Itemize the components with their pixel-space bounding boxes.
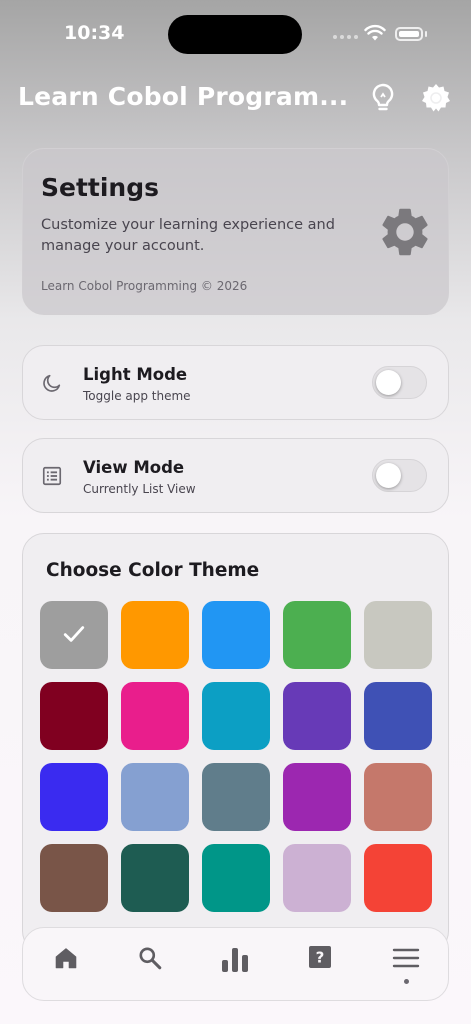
view-mode-subtitle: Currently List View (83, 482, 196, 496)
color-swatch[interactable] (202, 682, 270, 750)
color-swatch[interactable] (121, 763, 189, 831)
light-mode-title: Light Mode (83, 365, 188, 384)
light-mode-setting[interactable]: Light Mode Toggle app theme (22, 345, 449, 420)
color-swatch[interactable] (40, 763, 108, 831)
color-swatch[interactable] (283, 601, 351, 669)
dynamic-island (168, 15, 302, 54)
color-swatch[interactable] (202, 763, 270, 831)
color-swatch[interactable] (202, 601, 270, 669)
color-swatch[interactable] (121, 682, 189, 750)
color-swatch[interactable] (283, 763, 351, 831)
color-swatch[interactable] (202, 844, 270, 912)
toggle-knob (376, 462, 401, 488)
home-icon[interactable] (53, 945, 79, 971)
color-swatch[interactable] (121, 601, 189, 669)
menu-icon[interactable] (392, 946, 420, 970)
moon-icon (43, 374, 61, 392)
battery-tip (425, 31, 427, 37)
color-theme-title: Choose Color Theme (46, 560, 260, 581)
bottom-navigation: ? (22, 927, 449, 1001)
color-swatch[interactable] (121, 844, 189, 912)
search-icon[interactable] (137, 945, 163, 971)
color-swatch[interactable] (283, 844, 351, 912)
light-mode-toggle[interactable] (372, 366, 427, 399)
view-mode-setting[interactable]: View Mode Currently List View (22, 438, 449, 513)
light-mode-subtitle: Toggle app theme (83, 389, 191, 403)
status-bar: 10:34 (0, 0, 471, 70)
view-mode-toggle[interactable] (372, 459, 427, 492)
color-swatch[interactable] (40, 844, 108, 912)
color-swatch[interactable] (364, 844, 432, 912)
color-swatch[interactable] (364, 763, 432, 831)
settings-header-card: Settings Customize your learning experie… (22, 148, 449, 315)
toggle-knob (376, 369, 401, 395)
color-swatch[interactable] (283, 682, 351, 750)
wifi-icon (364, 24, 386, 41)
color-swatch[interactable] (364, 682, 432, 750)
gear-icon[interactable] (420, 82, 452, 114)
active-tab-indicator (404, 979, 409, 984)
settings-gear-icon (382, 208, 428, 256)
app-title: Learn Cobol Program... (18, 82, 349, 111)
page-title: Settings (41, 173, 160, 202)
color-theme-card: Choose Color Theme (22, 533, 449, 953)
svg-text:?: ? (316, 949, 325, 967)
app-bar: Learn Cobol Program... (0, 70, 471, 126)
list-icon (42, 466, 62, 486)
color-swatch[interactable] (364, 601, 432, 669)
color-swatch[interactable] (40, 601, 108, 669)
stats-icon[interactable] (219, 942, 251, 974)
cellular-signal-icon (333, 35, 358, 39)
page-description: Customize your learning experience and m… (41, 217, 335, 254)
view-mode-title: View Mode (83, 458, 185, 477)
battery-icon (395, 27, 423, 41)
color-swatch[interactable] (40, 682, 108, 750)
lightbulb-icon[interactable] (370, 82, 396, 114)
status-time: 10:34 (64, 22, 125, 44)
checkmark-icon (63, 626, 85, 642)
help-icon[interactable]: ? (308, 944, 332, 970)
copyright-text: Learn Cobol Programming © 2026 (41, 279, 248, 293)
